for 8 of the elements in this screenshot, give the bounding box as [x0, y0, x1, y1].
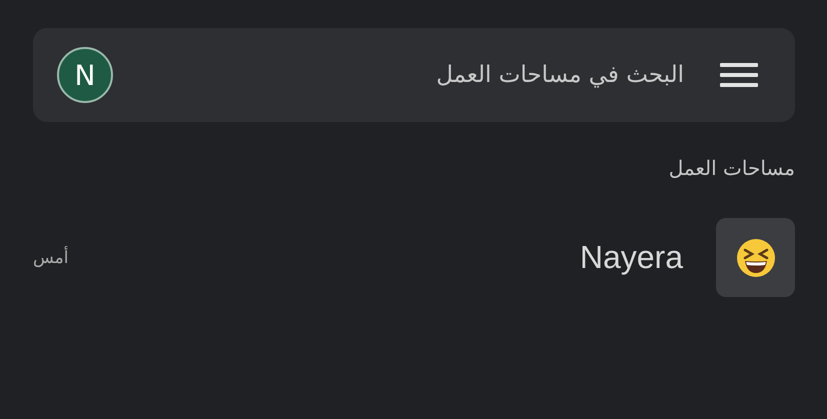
workspace-tile[interactable] — [716, 218, 795, 297]
search-field[interactable]: البحث في مساحات العمل — [143, 54, 686, 96]
menu-icon[interactable] — [720, 62, 758, 88]
section-title: مساحات العمل — [668, 156, 795, 180]
laughing-emoji-icon — [736, 238, 776, 278]
avatar[interactable]: N — [57, 47, 113, 103]
timestamp: أمس — [33, 248, 69, 268]
workspace-name[interactable]: Nayera — [580, 239, 683, 276]
